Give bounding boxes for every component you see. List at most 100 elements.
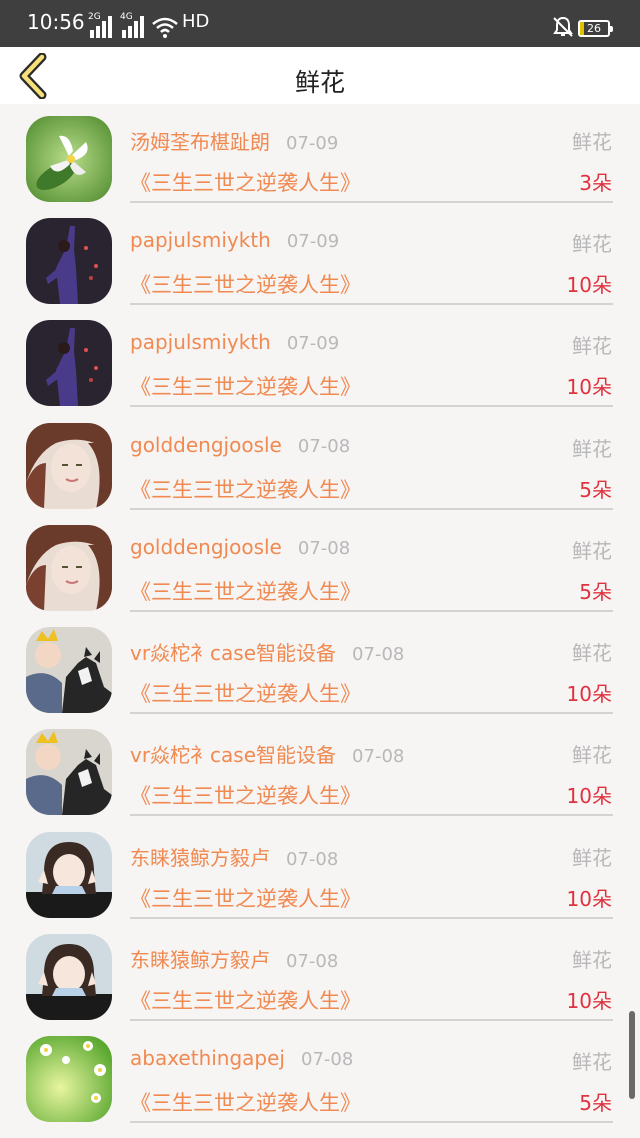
gift-type: 鲜花 [572, 334, 612, 358]
performer-avatar-icon [26, 218, 112, 304]
portrait-avatar-icon [26, 423, 112, 509]
list-item[interactable]: vr焱柁衤case智能设备 07-08 鲜花 《三生三世之逆袭人生》 10朵 [0, 717, 640, 819]
row-divider [130, 712, 613, 714]
row-divider [130, 1121, 613, 1123]
gift-quantity: 10朵 [566, 273, 612, 297]
book-title-link[interactable]: 《三生三世之逆袭人生》 [130, 1087, 361, 1117]
user-name: papjulsmiykth 07-09 [130, 228, 340, 252]
row-divider [130, 508, 613, 510]
book-title-link[interactable]: 《三生三世之逆袭人生》 [130, 678, 361, 708]
gift-date: 07-08 [286, 849, 339, 870]
book-title-link[interactable]: 《三生三世之逆袭人生》 [130, 883, 361, 913]
row-divider [130, 917, 613, 919]
avatar[interactable] [26, 116, 112, 202]
row-divider [130, 1019, 613, 1021]
status-time: 10:56 [27, 10, 85, 34]
list-item[interactable]: abaxethingapej 07-08 鲜花 《三生三世之逆袭人生》 5朵 [0, 1024, 640, 1126]
gift-quantity: 10朵 [566, 989, 612, 1013]
gift-date: 07-09 [286, 231, 340, 252]
list-item[interactable]: papjulsmiykth 07-09 鲜花 《三生三世之逆袭人生》 10朵 [0, 206, 640, 308]
avatar[interactable] [26, 627, 112, 713]
girl-avatar-icon [26, 832, 112, 918]
avatar[interactable] [26, 525, 112, 611]
user-name: papjulsmiykth 07-09 [130, 330, 340, 354]
gift-type: 鲜花 [572, 846, 612, 870]
book-title-link[interactable]: 《三生三世之逆袭人生》 [130, 269, 361, 299]
avatar[interactable] [26, 934, 112, 1020]
gift-date: 07-08 [352, 746, 405, 767]
user-name: golddengjoosle 07-08 [130, 535, 351, 559]
avatar[interactable] [26, 423, 112, 509]
list-item[interactable]: 汤姆荃布椹趾朗 07-09 鲜花 《三生三世之逆袭人生》 3朵 [0, 104, 640, 206]
list-item[interactable]: vr焱柁衤case智能设备 07-08 鲜花 《三生三世之逆袭人生》 10朵 [0, 615, 640, 717]
green-flowers-avatar-icon [26, 1036, 112, 1122]
gift-type: 鲜花 [572, 1050, 612, 1074]
gift-type: 鲜花 [572, 437, 612, 461]
gift-date: 07-09 [286, 333, 340, 354]
gift-quantity: 3朵 [579, 171, 612, 195]
header-bar: 鲜花 [0, 47, 640, 104]
child-dog-avatar-icon [26, 729, 112, 815]
book-title-link[interactable]: 《三生三世之逆袭人生》 [130, 576, 361, 606]
user-name: vr焱柁衤case智能设备 07-08 [130, 641, 405, 665]
row-divider [130, 201, 613, 203]
book-title-link[interactable]: 《三生三世之逆袭人生》 [130, 474, 361, 504]
list-item[interactable]: 东睐猿鲸方毅卢 07-08 鲜花 《三生三世之逆袭人生》 10朵 [0, 820, 640, 922]
gift-date: 07-08 [297, 436, 351, 457]
child-dog-avatar-icon [26, 627, 112, 713]
book-title-link[interactable]: 《三生三世之逆袭人生》 [130, 985, 361, 1015]
row-divider [130, 814, 613, 816]
bell-mute-icon [553, 16, 573, 37]
gift-quantity: 10朵 [566, 682, 612, 706]
row-divider [130, 405, 613, 407]
user-name: 东睐猿鲸方毅卢 07-08 [130, 846, 339, 870]
gift-quantity: 5朵 [579, 478, 612, 502]
gift-quantity: 5朵 [579, 580, 612, 604]
gift-quantity: 10朵 [566, 784, 612, 808]
gift-type: 鲜花 [572, 130, 612, 154]
book-title-link[interactable]: 《三生三世之逆袭人生》 [130, 780, 361, 810]
avatar[interactable] [26, 320, 112, 406]
avatar[interactable] [26, 729, 112, 815]
list-item[interactable]: golddengjoosle 07-08 鲜花 《三生三世之逆袭人生》 5朵 [0, 411, 640, 513]
list-item[interactable]: golddengjoosle 07-08 鲜花 《三生三世之逆袭人生》 5朵 [0, 513, 640, 615]
gift-date: 07-09 [286, 133, 339, 154]
user-name: abaxethingapej 07-08 [130, 1046, 354, 1070]
gift-type: 鲜花 [572, 539, 612, 563]
avatar[interactable] [26, 832, 112, 918]
avatar[interactable] [26, 218, 112, 304]
row-divider [130, 610, 613, 612]
avatar[interactable] [26, 1036, 112, 1122]
row-divider [130, 303, 613, 305]
page-title: 鲜花 [294, 68, 345, 97]
user-name: vr焱柁衤case智能设备 07-08 [130, 743, 405, 767]
gift-date: 07-08 [301, 1049, 354, 1070]
gift-type: 鲜花 [572, 232, 612, 256]
user-name: 汤姆荃布椹趾朗 07-09 [130, 130, 339, 154]
scrollbar[interactable] [629, 1011, 635, 1099]
gift-record-list: 汤姆荃布椹趾朗 07-09 鲜花 《三生三世之逆袭人生》 3朵 papjulsmi… [0, 104, 640, 1138]
gift-date: 07-08 [297, 538, 351, 559]
list-item[interactable]: 东睐猿鲸方毅卢 07-08 鲜花 《三生三世之逆袭人生》 10朵 [0, 922, 640, 1024]
battery-level: 26 [587, 22, 601, 35]
status-bar: 10:56 2G 4G HD 26 [0, 0, 640, 47]
hd-indicator: HD [182, 11, 210, 32]
user-name: 东睐猿鲸方毅卢 07-08 [130, 948, 339, 972]
book-title-link[interactable]: 《三生三世之逆袭人生》 [130, 371, 361, 401]
gift-type: 鲜花 [572, 641, 612, 665]
book-title-link[interactable]: 《三生三世之逆袭人生》 [130, 167, 361, 197]
performer-avatar-icon [26, 320, 112, 406]
gift-quantity: 10朵 [566, 887, 612, 911]
gift-quantity: 10朵 [566, 375, 612, 399]
girl-avatar-icon [26, 934, 112, 1020]
portrait-avatar-icon [26, 525, 112, 611]
gift-date: 07-08 [286, 951, 339, 972]
gift-quantity: 5朵 [579, 1091, 612, 1115]
wifi-icon [152, 17, 178, 38]
flower-avatar-icon [26, 116, 112, 202]
list-item[interactable]: papjulsmiykth 07-09 鲜花 《三生三世之逆袭人生》 10朵 [0, 308, 640, 410]
gift-type: 鲜花 [572, 948, 612, 972]
battery-icon: 26 [578, 20, 613, 37]
user-name: golddengjoosle 07-08 [130, 433, 351, 457]
gift-type: 鲜花 [572, 743, 612, 767]
